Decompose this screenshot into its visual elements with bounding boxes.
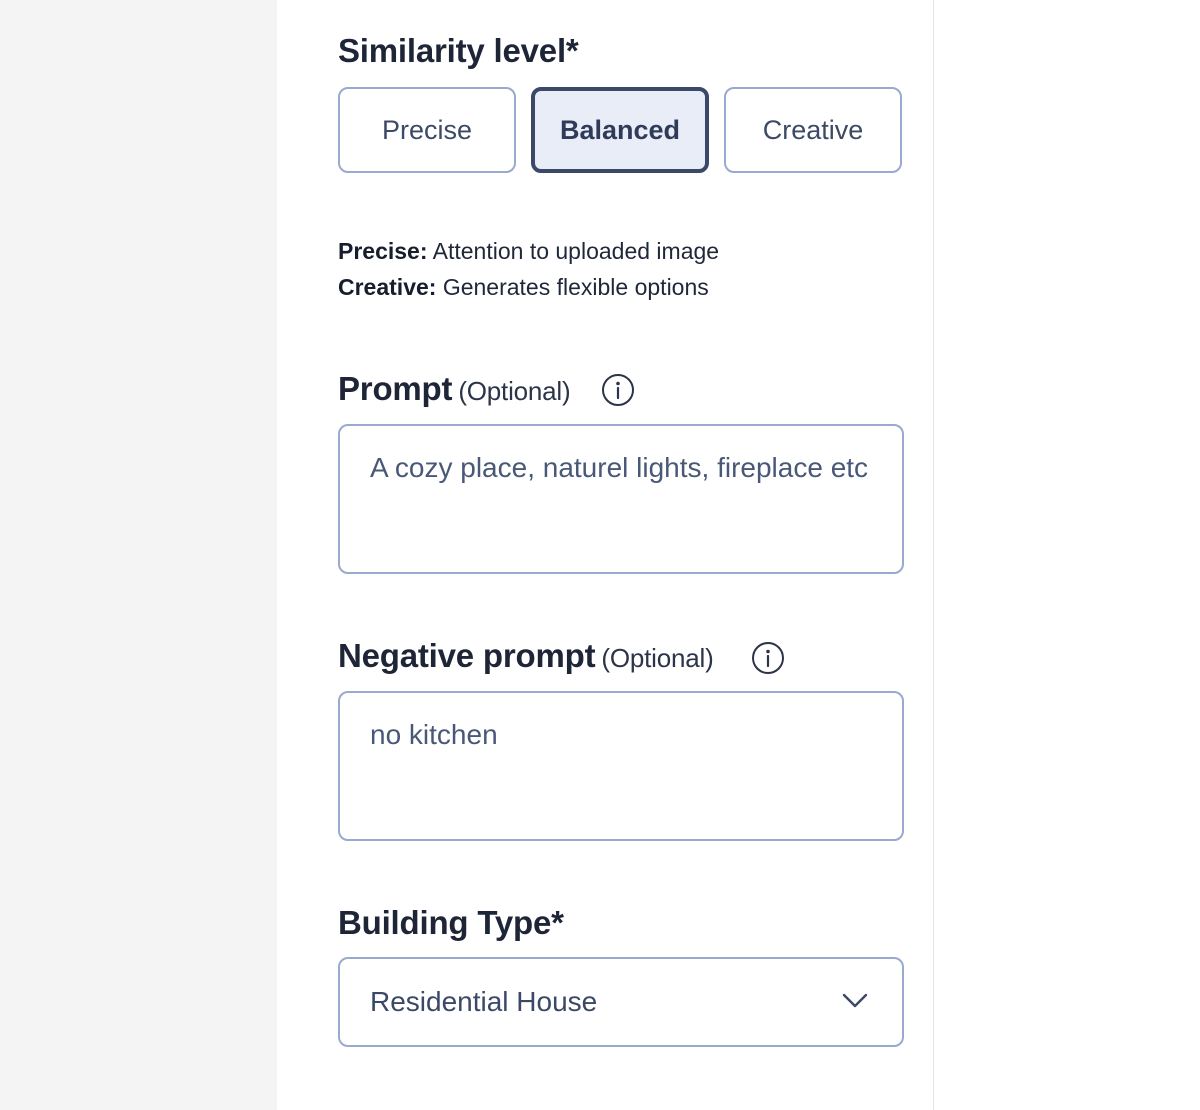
prompt-label: Prompt (Optional)	[338, 370, 571, 408]
info-icon[interactable]	[751, 641, 785, 675]
building-type-select[interactable]: Residential House	[338, 957, 904, 1047]
prompt-label-text: Prompt	[338, 370, 453, 407]
prompt-input[interactable]: A cozy place, naturel lights, fireplace …	[338, 424, 904, 574]
building-type-label: Building Type*	[338, 904, 564, 941]
negative-prompt-optional-tag: (Optional)	[601, 643, 714, 673]
description-text: Generates flexible options	[436, 274, 709, 300]
prompt-optional-tag: (Optional)	[458, 376, 571, 406]
similarity-description-precise: Precise: Attention to uploaded image	[338, 238, 719, 265]
left-gutter	[0, 0, 277, 1110]
similarity-option-precise[interactable]: Precise	[338, 87, 516, 173]
similarity-level-label: Similarity level*	[338, 32, 579, 69]
similarity-option-creative[interactable]: Creative	[724, 87, 902, 173]
building-type-value: Residential House	[370, 986, 598, 1017]
similarity-level-selector: Precise Balanced Creative	[338, 87, 904, 173]
similarity-description-creative: Creative: Generates flexible options	[338, 274, 709, 301]
similarity-option-balanced[interactable]: Balanced	[531, 87, 709, 173]
chevron-down-icon	[842, 993, 868, 1008]
negative-prompt-label-text: Negative prompt	[338, 637, 596, 674]
info-icon[interactable]	[601, 373, 635, 407]
description-text: Attention to uploaded image	[427, 238, 720, 264]
description-term: Precise:	[338, 238, 428, 264]
description-term: Creative:	[338, 274, 437, 300]
negative-prompt-label: Negative prompt (Optional)	[338, 637, 714, 675]
negative-prompt-input[interactable]: no kitchen	[338, 691, 904, 841]
settings-panel: Similarity level* Precise Balanced Creat…	[277, 0, 934, 1110]
